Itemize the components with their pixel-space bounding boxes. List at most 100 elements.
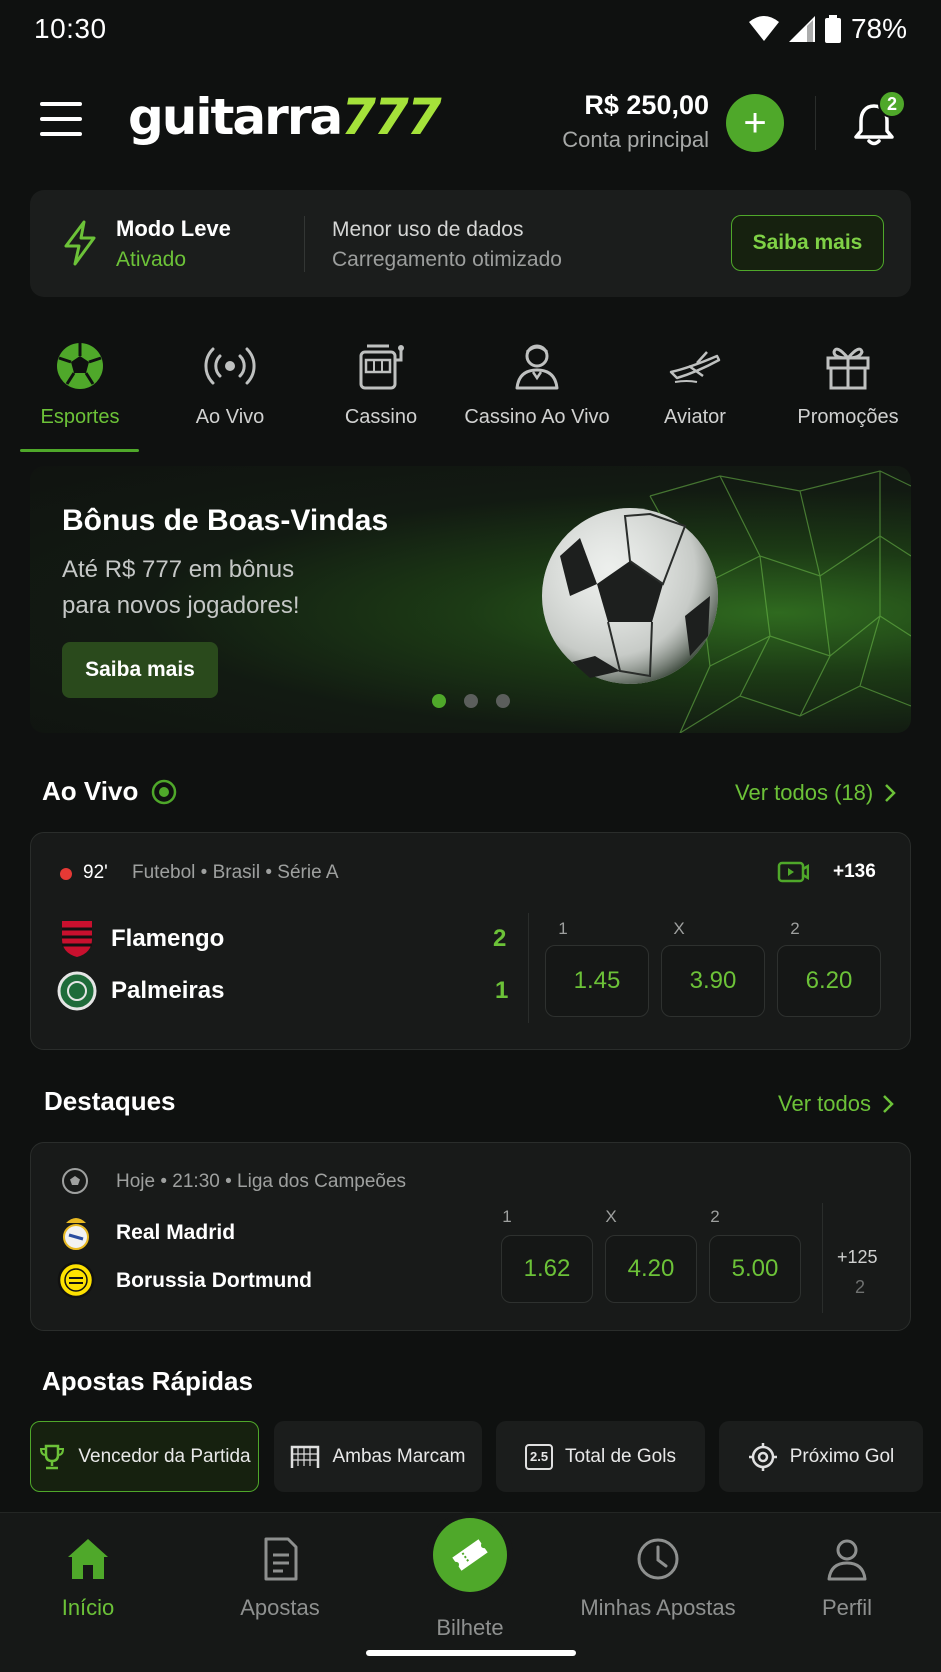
category-aviator[interactable]: Aviator — [620, 330, 770, 455]
odd-button-home[interactable]: 1.62 — [501, 1235, 593, 1303]
nav-label: Bilhete — [436, 1615, 504, 1640]
nav-perfil[interactable]: Perfil — [753, 1535, 941, 1621]
lightning-icon — [64, 220, 96, 266]
live-section-title: Ao Vivo — [42, 776, 178, 807]
odd-button-away[interactable]: 6.20 — [777, 945, 881, 1017]
match-minute: 92' — [83, 862, 108, 883]
total-2-5-icon: 2.5 — [525, 1443, 554, 1470]
chevron-right-icon — [885, 784, 896, 802]
deposit-button[interactable]: + — [726, 94, 784, 152]
highlights-section-title: Destaques — [44, 1086, 176, 1116]
away-team-name: Borussia Dortmund — [116, 1269, 313, 1292]
nav-label: Início — [61, 1595, 115, 1620]
chip-label: Ambas Marcam — [332, 1445, 466, 1467]
status-bar: 10:30 78% — [0, 0, 941, 58]
battery-icon — [824, 15, 841, 43]
see-all-text: Ver todos — [778, 1091, 871, 1116]
carousel-dots — [432, 694, 510, 708]
trophy-icon — [40, 1444, 65, 1469]
carousel-dot[interactable] — [432, 694, 446, 708]
user-icon — [827, 1539, 867, 1581]
highlight-match-card[interactable]: Hoje • 21:30 • Liga dos Campeões Real Ma… — [30, 1142, 911, 1331]
lite-mode-card: Modo Leve Ativado Menor uso de dados Car… — [30, 190, 911, 297]
banner-learn-more-button[interactable]: Saiba mais — [62, 642, 218, 698]
carousel-dot[interactable] — [464, 694, 478, 708]
divider — [822, 1203, 823, 1313]
nav-apostas[interactable]: Apostas — [186, 1535, 374, 1621]
category-promocoes[interactable]: Promoções — [773, 330, 923, 455]
lite-mode-subdesc: Carregamento otimizado — [332, 248, 562, 271]
away-team-score: 1 — [495, 977, 509, 1004]
ticket-icon — [452, 1539, 488, 1571]
away-team-name: Palmeiras — [111, 977, 225, 1004]
menu-icon-line — [40, 102, 82, 106]
odd-button-draw[interactable]: 3.90 — [661, 945, 765, 1017]
quick-bet-total-goals[interactable]: 2.5 Total de Gols — [496, 1421, 705, 1492]
more-markets-count[interactable]: +136 — [833, 861, 876, 883]
palmeiras-crest-icon — [57, 971, 97, 1011]
odd-button-away[interactable]: 5.00 — [709, 1235, 801, 1303]
wifi-icon — [748, 16, 779, 41]
odd-header-2: 2 — [790, 919, 800, 938]
home-icon — [68, 1539, 108, 1579]
odd-button-draw[interactable]: 4.20 — [605, 1235, 697, 1303]
home-team-score: 2 — [493, 925, 507, 952]
match-league: Futebol • Brasil • Série A — [132, 862, 339, 883]
category-cassino-ao-vivo[interactable]: Cassino Ao Vivo — [462, 330, 612, 455]
soccer-ball-icon — [57, 343, 103, 389]
match-info: Hoje • 21:30 • Liga dos Campeões — [116, 1171, 407, 1192]
live-indicator-icon — [152, 779, 177, 804]
learn-more-button[interactable]: Saiba mais — [731, 215, 884, 271]
more-markets-count[interactable]: +125 — [837, 1247, 878, 1268]
nav-minhas-apostas[interactable]: Minhas Apostas — [564, 1535, 752, 1621]
home-team-name: Flamengo — [111, 925, 225, 952]
divider — [815, 96, 816, 150]
logo-number: 777 — [341, 88, 441, 146]
category-ao-vivo[interactable]: Ao Vivo — [155, 330, 305, 455]
category-nav: Esportes Ao Vivo Cassino Cassino Ao Vivo — [0, 330, 941, 455]
menu-button[interactable] — [40, 102, 82, 136]
highlights-see-all-link[interactable]: Ver todos — [778, 1091, 895, 1117]
quick-bet-next-goal[interactable]: Próximo Gol — [719, 1421, 923, 1492]
app-header: guitarra777 R$ 250,00 Conta principal + … — [0, 78, 941, 168]
live-match-card[interactable]: 92' Futebol • Brasil • Série A +136 Flam… — [30, 832, 911, 1050]
goal-net-icon — [291, 1445, 320, 1468]
banner-subtitle: Até R$ 777 em bônus — [62, 556, 295, 583]
category-esportes[interactable]: Esportes — [5, 330, 155, 455]
battery-percent: 78% — [850, 13, 907, 44]
signal-icon — [788, 16, 815, 42]
promo-banner[interactable]: Bônus de Boas-Vindas Até R$ 777 em bônus… — [30, 466, 911, 733]
airplane-icon — [669, 351, 721, 383]
menu-icon-line — [40, 117, 82, 121]
nav-bilhete[interactable]: Bilhete — [376, 1615, 564, 1641]
app-logo[interactable]: guitarra777 — [128, 92, 442, 142]
live-see-all-link[interactable]: Ver todos (18) — [735, 780, 897, 806]
more-markets-sub: 2 — [855, 1277, 866, 1297]
nav-label: Perfil — [821, 1595, 873, 1620]
quick-bets-title: Apostas Rápidas — [42, 1366, 253, 1396]
nav-inicio[interactable]: Início — [0, 1535, 182, 1621]
quick-bet-both-score[interactable]: Ambas Marcam — [274, 1421, 482, 1492]
category-label: Cassino Ao Vivo — [464, 406, 610, 428]
real-madrid-crest-icon — [63, 1218, 89, 1250]
odd-header-x: X — [605, 1207, 617, 1226]
category-label: Ao Vivo — [195, 406, 265, 428]
lite-mode-title: Modo Leve — [116, 216, 231, 241]
broadcast-icon — [204, 347, 256, 385]
nav-label: Minhas Apostas — [580, 1595, 736, 1620]
category-label: Esportes — [40, 406, 120, 428]
notification-badge: 2 — [878, 90, 906, 118]
balance-display[interactable]: R$ 250,00 Conta principal — [562, 90, 709, 153]
category-cassino[interactable]: Cassino — [306, 330, 456, 455]
live-stream-icon[interactable] — [777, 859, 809, 885]
menu-icon-line — [40, 132, 82, 136]
see-all-text: Ver todos (18) — [735, 780, 874, 805]
odd-button-home[interactable]: 1.45 — [545, 945, 649, 1017]
status-time: 10:30 — [34, 13, 107, 44]
quick-bet-winner[interactable]: Vencedor da Partida — [30, 1421, 259, 1492]
plus-icon: + — [743, 101, 767, 145]
category-label: Aviator — [664, 406, 726, 428]
carousel-dot[interactable] — [496, 694, 510, 708]
bet-slip-button[interactable] — [433, 1518, 507, 1592]
status-icons: 78% — [748, 13, 907, 45]
